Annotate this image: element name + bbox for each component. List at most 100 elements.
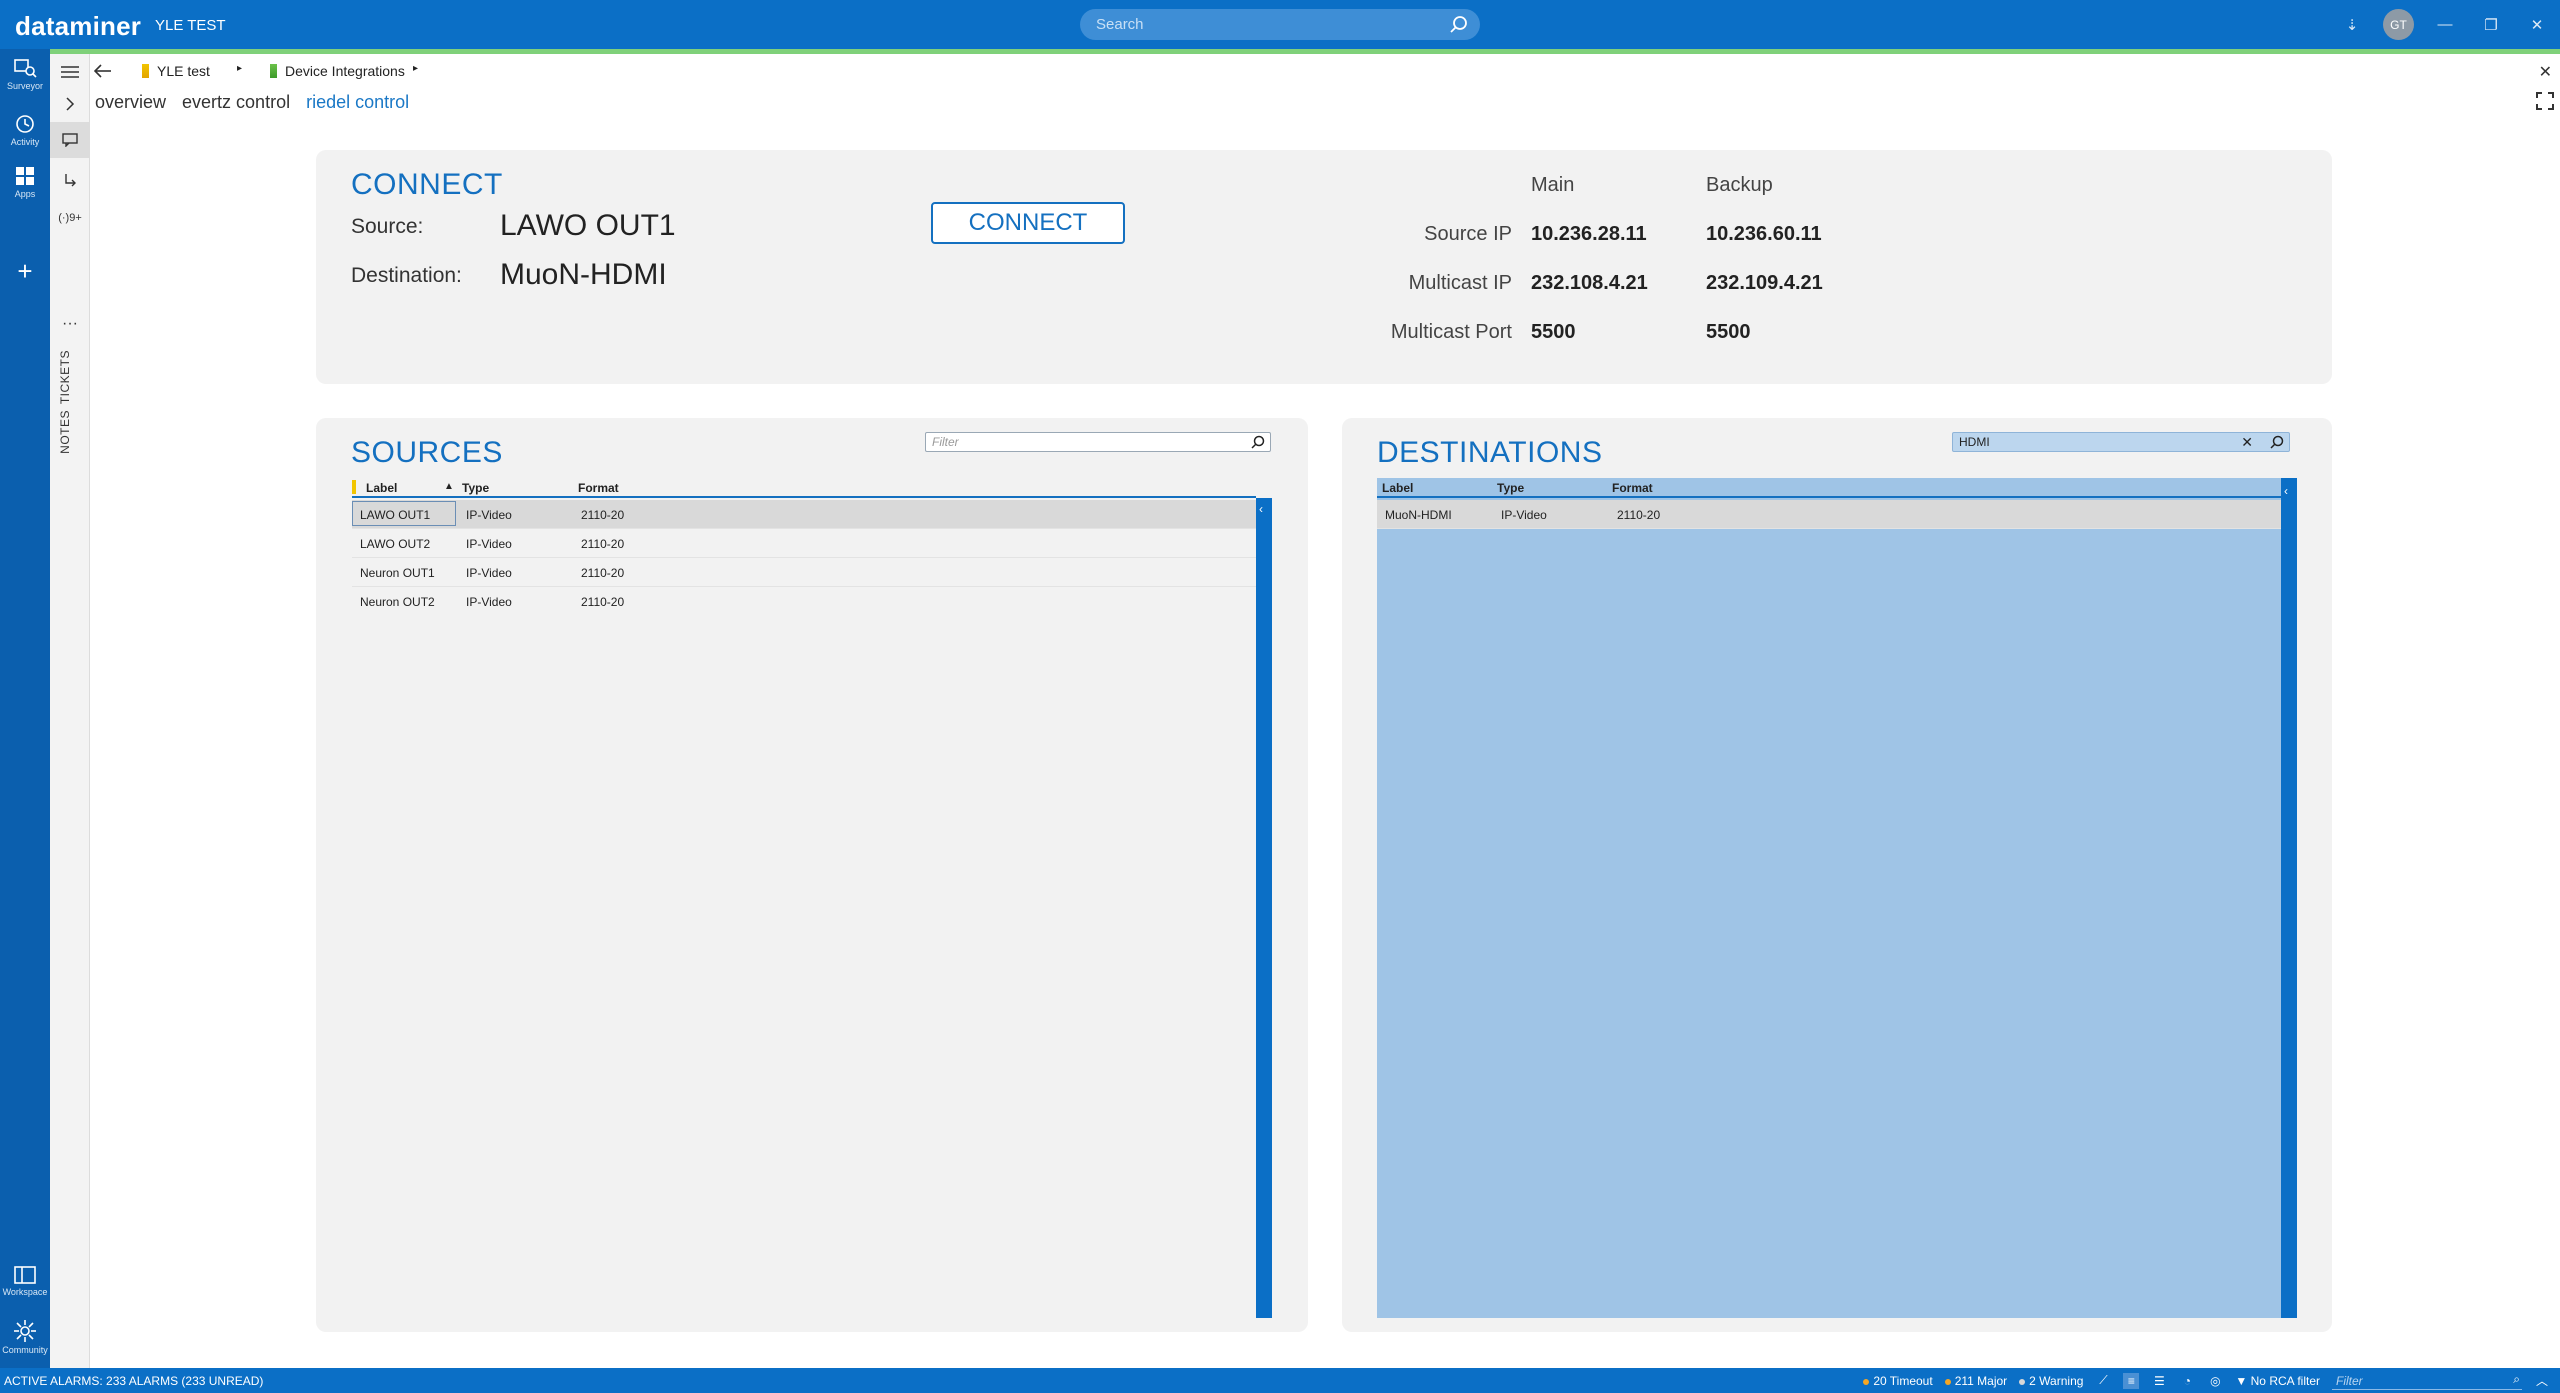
destinations-collapse-bar[interactable]: ‹: [2281, 478, 2297, 1318]
sort-marker: [352, 480, 356, 494]
table-row[interactable]: LAWO OUT1 IP-Video 2110-20: [352, 500, 1256, 529]
title-accent-line: [50, 49, 2560, 54]
timeout-label: 20 Timeout: [1873, 1373, 1933, 1388]
row-format: 2110-20: [581, 566, 625, 580]
search-icon[interactable]: ⌕: [2513, 1372, 2520, 1387]
search-icon[interactable]: [1448, 14, 1470, 36]
source-value: LAWO OUT1: [500, 209, 676, 242]
rca-filter[interactable]: ▼ No RCA filter: [2235, 1374, 2320, 1388]
multicast-ip-main: 232.108.4.21: [1531, 272, 1648, 294]
fullscreen-icon[interactable]: [2536, 92, 2554, 110]
broadcast-badge[interactable]: (·)9+: [50, 200, 90, 236]
avatar[interactable]: GT: [2383, 9, 2414, 40]
notifications-icon[interactable]: ⇣: [2329, 0, 2375, 49]
search-icon[interactable]: [1250, 434, 1266, 450]
source-ip-backup: 10.236.60.11: [1706, 223, 1822, 245]
rail-label-community: Community: [2, 1345, 48, 1355]
rail-item-apps[interactable]: Apps: [0, 165, 50, 199]
breadcrumb-separator-icon: ▸: [413, 63, 419, 74]
warning-dot: [2019, 1378, 2026, 1385]
table-row[interactable]: MuoN-HDMI IP-Video 2110-20: [1377, 500, 2281, 529]
chevron-up-icon[interactable]: ︿: [2534, 1373, 2550, 1389]
notes-tab[interactable]: NOTES: [58, 410, 72, 454]
global-search-input[interactable]: Search: [1080, 9, 1480, 40]
tickets-tab[interactable]: TICKETS: [58, 350, 72, 404]
chevron-left-icon: ‹: [2284, 484, 2288, 498]
restore-button[interactable]: ❐: [2468, 0, 2514, 49]
breadcrumb: YLE test ▸ Device Integrations ▸ ✕: [90, 56, 2560, 88]
alarm-filter-input[interactable]: Filter ⌕: [2332, 1371, 2522, 1390]
minimize-button[interactable]: —: [2422, 0, 2468, 49]
column-header-format[interactable]: Format: [1612, 481, 1653, 495]
column-header-label[interactable]: Label: [1382, 481, 1413, 495]
sources-collapse-bar[interactable]: ‹: [1256, 498, 1272, 1318]
tab-evertz-control[interactable]: evertz control: [182, 92, 290, 116]
close-card-icon[interactable]: ✕: [2539, 62, 2552, 82]
sort-icon[interactable]: ☰: [2151, 1373, 2167, 1389]
warning-label: 2 Warning: [2029, 1373, 2084, 1388]
rca-filter-label: No RCA filter: [2250, 1373, 2320, 1388]
breadcrumb-item-yle-test[interactable]: YLE test: [142, 63, 210, 79]
breadcrumb-item-device-integrations[interactable]: Device Integrations: [270, 63, 405, 79]
community-icon: [14, 1320, 36, 1342]
table-header: Label ▲ Type Format: [352, 478, 1256, 498]
list-view-icon[interactable]: ≡: [2123, 1372, 2140, 1389]
multicast-ip-label: Multicast IP: [1408, 272, 1512, 294]
workspace-icon: [14, 1266, 36, 1284]
column-header-format[interactable]: Format: [578, 481, 619, 495]
rail-item-surveyor[interactable]: Surveyor: [0, 57, 50, 91]
sources-filter-input[interactable]: Filter: [925, 432, 1271, 452]
destination-label: Destination:: [351, 264, 462, 287]
focus-icon[interactable]: ◎: [2207, 1373, 2223, 1389]
clear-filter-icon[interactable]: ✕: [2241, 434, 2253, 451]
major-count[interactable]: 211 Major: [1944, 1374, 2007, 1388]
rail-item-workspace[interactable]: Workspace: [0, 1265, 50, 1297]
secondary-rail: (·)9+ ··· TICKETS NOTES: [50, 54, 90, 1368]
row-format: 2110-20: [1617, 508, 1661, 522]
clock-icon[interactable]: ◔: [2179, 1373, 2195, 1389]
brand-logo: dataminer: [15, 11, 142, 41]
back-arrow-icon[interactable]: [94, 64, 112, 78]
apps-icon: [16, 167, 34, 185]
view-icon: [270, 64, 277, 78]
view-icon: [142, 64, 149, 78]
row-format: 2110-20: [581, 508, 625, 522]
more-icon[interactable]: ···: [50, 306, 90, 342]
route-icon[interactable]: [50, 162, 90, 198]
tab-overview[interactable]: overview: [95, 92, 166, 116]
rail-label-activity: Activity: [10, 137, 40, 147]
multicast-port-main: 5500: [1531, 321, 1576, 343]
rail-item-community[interactable]: Community: [0, 1319, 50, 1355]
rail-label-surveyor: Surveyor: [6, 81, 43, 91]
timeout-count[interactable]: 20 Timeout: [1863, 1373, 1933, 1388]
table-row[interactable]: LAWO OUT2 IP-Video 2110-20: [352, 529, 1256, 558]
row-type: IP-Video: [466, 537, 512, 551]
rail-item-activity[interactable]: Activity: [0, 113, 50, 147]
column-header-type[interactable]: Type: [462, 481, 489, 495]
table-row[interactable]: Neuron OUT1 IP-Video 2110-20: [352, 558, 1256, 587]
column-header-label[interactable]: Label: [366, 481, 397, 495]
hamburger-menu-icon[interactable]: [50, 54, 90, 90]
column-header-type[interactable]: Type: [1497, 481, 1524, 495]
trend-icon[interactable]: ⟋: [2095, 1373, 2111, 1389]
search-icon[interactable]: [2269, 434, 2285, 450]
sort-ascending-icon[interactable]: ▲: [444, 481, 454, 492]
chevron-right-icon[interactable]: [50, 86, 90, 122]
table-row[interactable]: Neuron OUT2 IP-Video 2110-20: [352, 587, 1256, 616]
close-button[interactable]: ✕: [2514, 0, 2560, 49]
destinations-filter-input[interactable]: HDMI ✕: [1952, 432, 2290, 452]
comment-icon[interactable]: [50, 122, 90, 158]
connect-button[interactable]: CONNECT: [931, 202, 1125, 244]
warning-count[interactable]: 2 Warning: [2019, 1374, 2083, 1388]
breadcrumb-label: YLE test: [157, 63, 210, 79]
multicast-port-backup: 5500: [1706, 321, 1751, 343]
row-label: LAWO OUT1: [360, 508, 431, 522]
add-icon[interactable]: +: [0, 256, 50, 287]
tab-riedel-control[interactable]: riedel control: [306, 92, 409, 116]
sources-panel: SOURCES Filter Label ▲ Type Format LAWO …: [316, 418, 1308, 1332]
left-rail: Surveyor Activity Apps + Workspace Commu…: [0, 49, 50, 1368]
active-alarms-summary[interactable]: ACTIVE ALARMS: 233 ALARMS (233 UNREAD): [4, 1374, 263, 1388]
filter-value: HDMI: [1959, 435, 1990, 449]
status-bar: ACTIVE ALARMS: 233 ALARMS (233 UNREAD) 2…: [0, 1368, 2560, 1393]
table-header: Label Type Format: [1377, 478, 2281, 498]
